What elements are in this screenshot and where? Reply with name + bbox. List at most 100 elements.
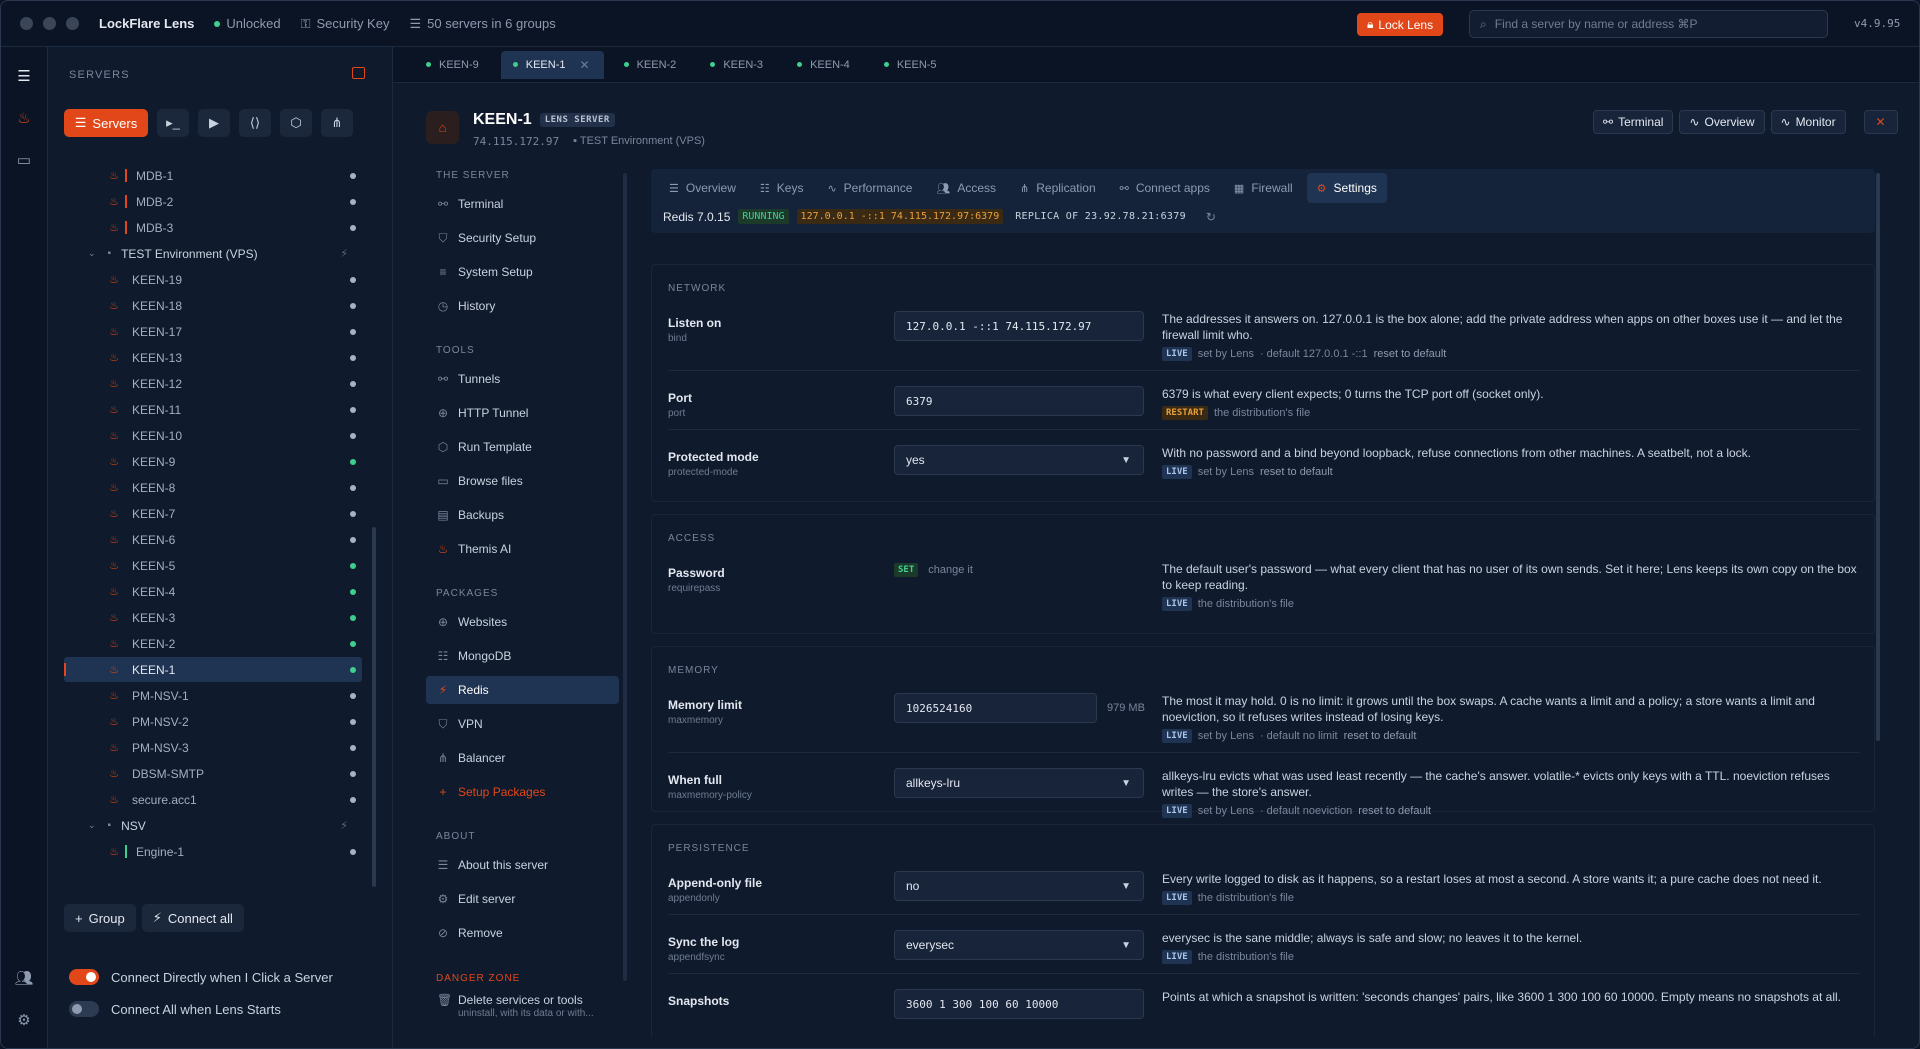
maximize-window-button[interactable] <box>66 17 79 30</box>
protected-mode-reset-link[interactable]: reset to default <box>1260 466 1333 478</box>
tree-server[interactable]: ♨ MDB-1 <box>64 163 362 188</box>
tree-server[interactable]: ♨ KEEN-13 <box>64 345 362 370</box>
menu-redis[interactable]: ⚡︎ Redis <box>426 676 619 704</box>
tree-server[interactable]: ♨ PM-NSV-1 <box>64 683 362 708</box>
lock-lens-button[interactable]: 🔒︎ Lock Lens <box>1357 13 1444 36</box>
menu-scrollbar[interactable] <box>623 173 627 981</box>
menu-history[interactable]: ◷ History <box>426 292 619 320</box>
tree-server[interactable]: ♨ Engine-1 <box>64 839 362 863</box>
content-scrollbar[interactable] <box>1876 173 1880 741</box>
maxmemory-reset-link[interactable]: reset to default <box>1344 730 1417 742</box>
tree-server[interactable]: ♨ KEEN-10 <box>64 423 362 448</box>
menu-tunnels[interactable]: ⚯ Tunnels <box>426 365 619 393</box>
menu-browse-files[interactable]: ▭ Browse files <box>426 467 619 495</box>
menu-websites[interactable]: ⊕ Websites <box>426 608 619 636</box>
tree-server[interactable]: ♨ KEEN-18 <box>64 293 362 318</box>
connect-all-toggle[interactable] <box>69 1001 99 1017</box>
tab-overview[interactable]: ☰ Overview <box>659 173 746 203</box>
menu-backups[interactable]: ▤ Backups <box>426 501 619 529</box>
menu-setup-packages[interactable]: + Setup Packages <box>426 778 619 806</box>
menu-security-setup[interactable]: ⛉ Security Setup <box>426 224 619 252</box>
tree-server[interactable]: ♨ PM-NSV-3 <box>64 735 362 760</box>
bind-input[interactable]: 127.0.0.1 -::1 74.115.172.97 <box>894 311 1144 341</box>
server-tab[interactable]: KEEN-1 ✕ <box>500 50 604 79</box>
menu-remove[interactable]: ⊘ Remove <box>426 919 619 947</box>
tree-server[interactable]: ♨ MDB-3 <box>64 215 362 240</box>
bolt-icon[interactable]: ⚡︎ <box>340 819 348 832</box>
connect-direct-toggle[interactable] <box>69 969 99 985</box>
security-key[interactable]: ⚿ Security Key <box>301 16 390 32</box>
server-tab[interactable]: KEEN-9 <box>414 51 493 79</box>
menu-about-server[interactable]: ☰ About this server <box>426 851 619 879</box>
tab-keys[interactable]: ☷ Keys <box>750 173 814 203</box>
menu-mongodb[interactable]: ☷ MongoDB <box>426 642 619 670</box>
tree-group[interactable]: ⌄ ▪ NSV ⚡︎ <box>64 813 362 838</box>
overview-button[interactable]: ∿ Overview <box>1679 110 1765 134</box>
menu-vpn[interactable]: ⛉ VPN <box>426 710 619 738</box>
menu-delete-services[interactable]: 🗑︎ Delete services or tools uninstall, w… <box>426 993 619 1027</box>
flame-icon[interactable]: ♨ <box>13 107 35 129</box>
snapshots-input[interactable]: 3600 1 300 100 60 10000 <box>894 989 1144 1019</box>
tree-server[interactable]: ♨ KEEN-4 <box>64 579 362 604</box>
bolt-icon[interactable]: ⚡︎ <box>340 247 348 260</box>
search-input[interactable]: ⌕ Find a server by name or address ⌘P <box>1469 10 1828 38</box>
minimize-window-button[interactable] <box>43 17 56 30</box>
gear-icon[interactable]: ⚙ <box>13 1009 35 1031</box>
tree-group[interactable]: ⌄ ▪ TEST Environment (VPS) ⚡︎ <box>64 241 362 266</box>
maxmemory-input[interactable]: 1026524160 <box>894 693 1097 723</box>
connect-all-button[interactable]: ⚡︎ Connect all <box>141 904 244 932</box>
play-tool-button[interactable]: ▶ <box>198 109 230 137</box>
tab-performance[interactable]: ∿ Performance <box>817 173 922 203</box>
menu-terminal[interactable]: ⚯ Terminal <box>426 190 619 218</box>
appendonly-select[interactable]: no ▼ <box>894 871 1144 901</box>
tab-access[interactable]: 👥︎ Access <box>926 173 1006 203</box>
policy-select[interactable]: allkeys-lru ▼ <box>894 768 1144 798</box>
menu-system-setup[interactable]: ≡ System Setup <box>426 258 619 286</box>
tree-server[interactable]: ♨ KEEN-2 <box>64 631 362 656</box>
tree-server[interactable]: ♨ KEEN-6 <box>64 527 362 552</box>
menu-run-template[interactable]: ⬡ Run Template <box>426 433 619 461</box>
package-tool-button[interactable]: ⬡ <box>280 109 312 137</box>
close-window-button[interactable] <box>20 17 33 30</box>
terminal-button[interactable]: ⚯ Terminal <box>1593 110 1674 134</box>
servers-button[interactable]: ☰ Servers <box>64 109 148 137</box>
tree-server[interactable]: ♨ KEEN-3 <box>64 605 362 630</box>
sidebar-toggle-icon[interactable] <box>352 67 365 79</box>
server-tab[interactable]: KEEN-3 <box>698 51 777 79</box>
menu-balancer[interactable]: ⋔ Balancer <box>426 744 619 772</box>
menu-themis-ai[interactable]: ♨ Themis AI <box>426 535 619 563</box>
tab-firewall[interactable]: ▦ Firewall <box>1224 173 1303 203</box>
chevron-down-icon[interactable]: ⌄ <box>88 248 96 259</box>
tree-server[interactable]: ♨ KEEN-12 <box>64 371 362 396</box>
appendfsync-select[interactable]: everysec ▼ <box>894 930 1144 960</box>
menu-http-tunnel[interactable]: ⊕ HTTP Tunnel <box>426 399 619 427</box>
chevron-down-icon[interactable]: ⌄ <box>88 820 96 831</box>
server-tab[interactable]: KEEN-2 <box>612 51 691 79</box>
add-group-button[interactable]: + Group <box>64 904 136 932</box>
network-tool-button[interactable]: ⋔ <box>321 109 353 137</box>
tree-server[interactable]: ♨ KEEN-11 <box>64 397 362 422</box>
tab-connect-apps[interactable]: ⚯ Connect apps <box>1110 173 1220 203</box>
servers-icon[interactable]: ☰ <box>13 65 35 87</box>
disconnect-button[interactable]: ✕ <box>1863 110 1898 134</box>
sidebar-scrollbar[interactable] <box>372 527 376 887</box>
tab-replication[interactable]: ⋔ Replication <box>1010 173 1106 203</box>
close-icon[interactable]: ✕ <box>580 58 590 72</box>
tree-server[interactable]: ♨ KEEN-19 <box>64 267 362 292</box>
tree-server[interactable]: ♨ KEEN-7 <box>64 501 362 526</box>
folder-icon[interactable]: ▭ <box>13 149 35 171</box>
users-icon[interactable]: 👥︎ <box>13 967 35 989</box>
tab-settings[interactable]: ⚙ Settings <box>1306 173 1387 203</box>
tree-server[interactable]: ♨ secure.acc1 <box>64 787 362 812</box>
tree-server[interactable]: ♨ KEEN-1 <box>64 657 362 682</box>
tree-server[interactable]: ♨ DBSM-SMTP <box>64 761 362 786</box>
tree-server[interactable]: ♨ KEEN-17 <box>64 319 362 344</box>
menu-edit-server[interactable]: ⚙ Edit server <box>426 885 619 913</box>
port-input[interactable]: 6379 <box>894 386 1144 416</box>
tree-server[interactable]: ♨ KEEN-9 <box>64 449 362 474</box>
tree-server[interactable]: ♨ MDB-2 <box>64 189 362 214</box>
refresh-icon[interactable]: ↻ <box>1206 210 1216 224</box>
monitor-button[interactable]: ∿ Monitor <box>1770 110 1846 134</box>
server-tab[interactable]: KEEN-4 <box>785 51 864 79</box>
server-tab[interactable]: KEEN-5 <box>872 51 951 79</box>
